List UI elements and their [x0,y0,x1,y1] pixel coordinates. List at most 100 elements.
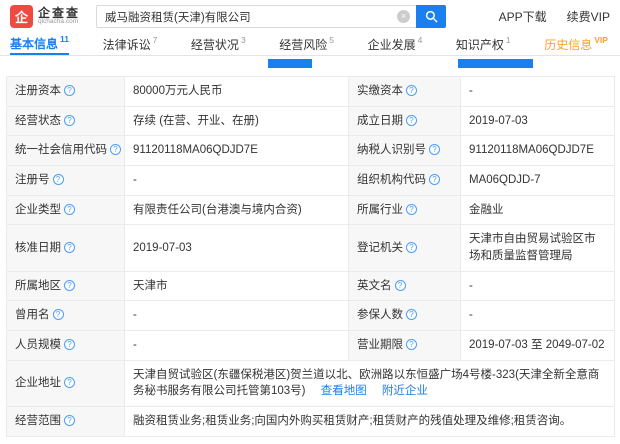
field-label: 营业期限? [348,330,461,361]
search-input[interactable] [96,5,417,28]
field-label: 成立日期? [348,105,461,137]
field-label: 经营范围? [6,406,125,437]
tab-history-info[interactable]: 历史信息 VIP [544,33,608,55]
tab-operating-status[interactable]: 经营状况 3 [191,33,246,55]
field-label: 参保人数? [348,300,461,332]
field-label: 登记机关? [348,224,461,272]
field-value: MA06QDJD-7 [460,165,615,196]
tab-label: 知识产权 [455,37,504,52]
field-label: 企业类型? [6,194,125,226]
table-row: 经营状态? 存续 (在营、开业、在册) 成立日期? 2019-07-03 [6,105,615,137]
field-value: 天津市 [124,270,349,302]
help-icon[interactable]: ? [406,85,417,96]
field-value: 91120118MA06QDJD7E [460,135,615,167]
help-icon[interactable]: ? [64,114,75,126]
top-header: 企 企查查 qichacha.com × APP下载 续费VIP [0,0,620,33]
field-value: - [460,270,615,302]
field-value: - [460,300,615,332]
qichacha-logo[interactable]: 企 企查查 qichacha.com [10,5,80,28]
field-label: 统一社会信用代码? [6,135,125,167]
field-label: 所属地区? [6,270,125,302]
field-value-scope: 融资租赁业务;租赁业务;向国内外购买租赁财产;租赁财产的残值处理及维修;租赁咨询… [124,406,615,437]
tab-operating-risk[interactable]: 经营风险 5 [279,33,334,55]
view-map-link[interactable]: 查看地图 [321,385,367,397]
tab-label: 经营状况 [190,37,239,52]
field-label: 注册号? [6,165,125,196]
table-row: 企业类型? 有限责任公司(台港澳与境内合资) 所属行业? 金融业 [6,194,615,226]
tab-label: 历史信息 [544,37,593,52]
help-icon[interactable]: ? [394,279,406,291]
help-icon[interactable]: ? [406,241,417,253]
field-label: 曾用名? [6,300,125,332]
table-row: 注册号? - 组织机构代码? MA06QDJD-7 [6,165,615,196]
qichacha-logo-icon: 企 [10,5,33,28]
field-value: 有限责任公司(台港澳与境内合资) [124,194,349,226]
clear-search-icon[interactable]: × [397,10,411,23]
tab-count: 5 [329,35,334,45]
table-row: 统一社会信用代码? 91120118MA06QDJD7E 纳税人识别号? 911… [6,135,615,167]
renew-vip-link[interactable]: 续费VIP [567,8,610,25]
table-row: 人员规模? - 营业期限? 2019-07-03 至 2049-07-02 [6,330,615,361]
help-icon[interactable]: ? [52,174,64,186]
help-icon[interactable]: ? [64,203,75,215]
help-icon[interactable]: ? [110,144,121,156]
field-label: 核准日期? [6,224,125,272]
vip-badge: VIP [594,35,608,45]
field-label: 经营状态? [6,105,125,137]
field-value: 存续 (在营、开业、在册) [124,105,349,137]
help-icon[interactable]: ? [406,309,417,321]
help-icon[interactable]: ? [64,377,75,389]
tab-enterprise-development[interactable]: 企业发展 4 [368,33,423,55]
tab-label: 基本信息 [10,36,59,51]
help-icon[interactable]: ? [64,241,75,253]
table-row: 所属地区? 天津市 英文名? - [6,270,615,302]
field-value: - [124,330,349,361]
field-value: 2019-07-03 [124,224,349,272]
logo-domain: qichacha.com [38,18,79,26]
help-icon[interactable]: ? [406,339,417,351]
nav-tabs: 基本信息 11 法律诉讼 7 经营状况 3 经营风险 5 企业发展 4 知识产权 1 历史信… [0,33,620,56]
app-download-link[interactable]: APP下载 [499,8,547,25]
field-label: 企业地址? [6,359,125,408]
field-label: 注册资本? [6,76,125,107]
company-info-table: 注册资本? 80000万元人民币 实缴资本? - 经营状态? 存续 (在营、开业… [6,76,615,437]
search-button[interactable] [416,5,447,28]
partial-button[interactable] [458,59,533,68]
header-links: APP下载 续费VIP [499,8,610,25]
help-icon[interactable]: ? [52,309,64,321]
help-icon[interactable]: ? [429,144,440,156]
field-value-address: 天津自贸试验区(东疆保税港区)贺兰道以北、欧洲路以东恒盛广场4号楼-323(天津… [124,359,615,408]
tab-intellectual-property[interactable]: 知识产权 1 [456,33,511,55]
search-bar: × [96,5,447,28]
nearby-companies-link[interactable]: 附近企业 [382,385,428,397]
tab-label: 经营风险 [279,37,328,52]
field-value: - [460,76,615,107]
help-icon[interactable]: ? [429,174,440,186]
field-value: 2019-07-03 至 2049-07-02 [460,330,615,361]
field-value: 天津市自由贸易试验区市场和质量监督管理局 [460,224,615,272]
tab-label: 法律诉讼 [102,37,151,52]
field-label: 实缴资本? [348,76,461,107]
tab-legal-litigation[interactable]: 法律诉讼 7 [103,33,158,55]
field-value: 80000万元人民币 [124,76,349,107]
help-icon[interactable]: ? [64,85,75,96]
help-icon[interactable]: ? [406,114,417,126]
table-row-scope: 经营范围? 融资租赁业务;租赁业务;向国内外购买租赁财产;租赁财产的残值处理及维… [6,406,615,437]
field-value: 91120118MA06QDJD7E [124,135,349,167]
tab-count: 1 [505,35,511,45]
help-icon[interactable]: ? [406,203,417,215]
field-label: 人员规模? [6,330,125,361]
partial-button[interactable] [268,59,312,68]
field-label: 组织机构代码? [348,165,461,196]
help-icon[interactable]: ? [64,279,75,291]
company-address-text: 天津自贸试验区(东疆保税港区)贺兰道以北、欧洲路以东恒盛广场4号楼-323(天津… [133,368,600,398]
field-label: 所属行业? [348,194,461,226]
field-value: 2019-07-03 [460,105,615,137]
tab-basic-info[interactable]: 基本信息 11 [10,33,70,55]
help-icon[interactable]: ? [64,339,75,351]
field-label: 英文名? [348,270,461,302]
field-value: - [124,165,349,196]
help-icon[interactable]: ? [64,415,75,427]
sub-navigation-strip [0,56,620,76]
field-value: - [124,300,349,332]
